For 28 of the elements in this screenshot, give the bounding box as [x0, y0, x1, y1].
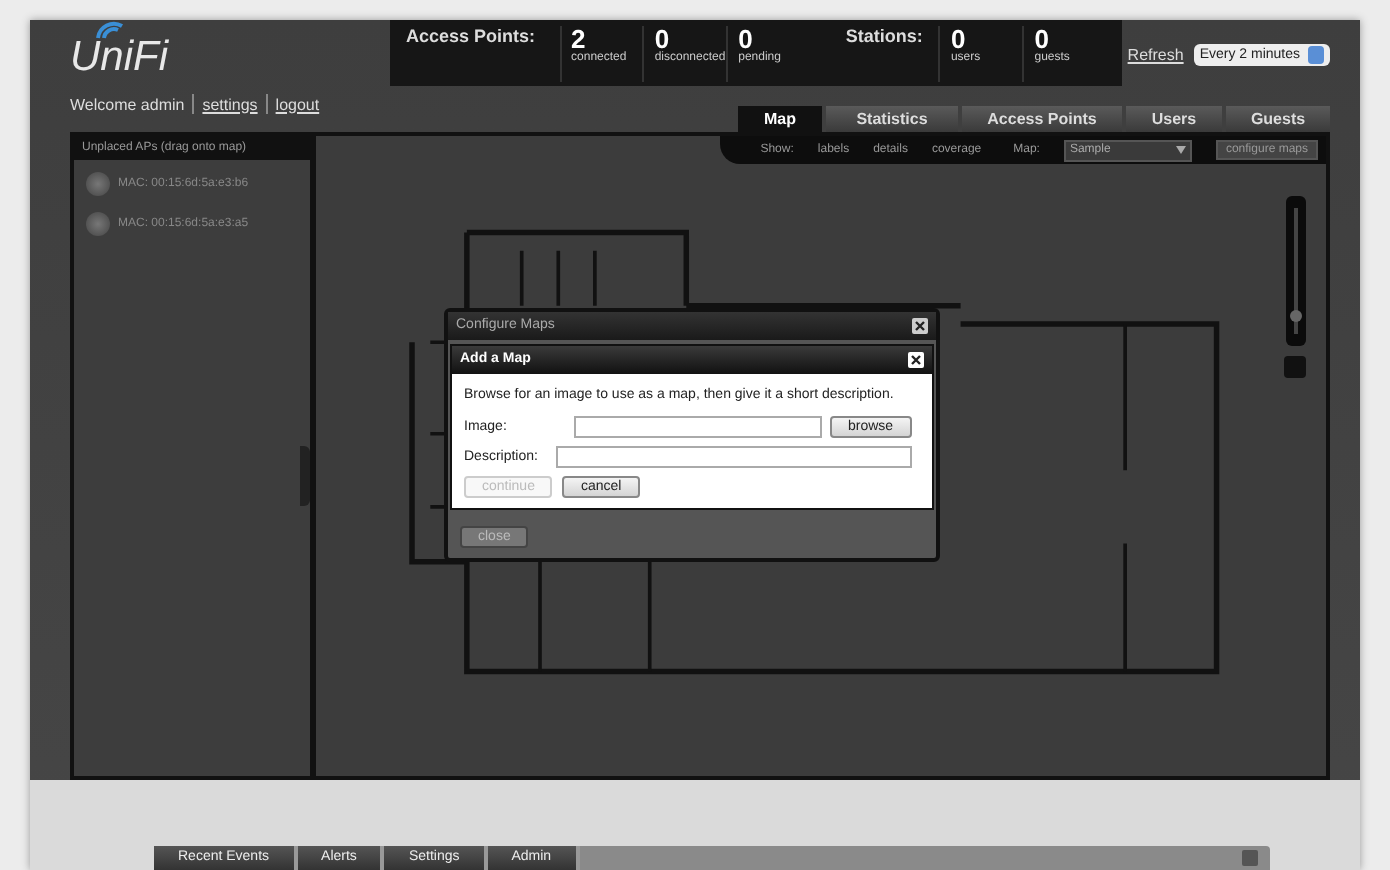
- caret-icon: [1175, 146, 1186, 154]
- stat-title: Access Points:: [406, 26, 536, 46]
- close-icon[interactable]: [912, 318, 928, 334]
- input-field[interactable]: [574, 416, 822, 438]
- input-field[interactable]: [556, 446, 912, 468]
- stat-value: 0: [654, 26, 670, 52]
- logo: UniFi: [70, 34, 169, 82]
- stat-title: Stations:: [845, 26, 923, 46]
- stat-value: 0: [950, 26, 966, 52]
- zoom-slider[interactable]: [1286, 196, 1306, 346]
- zoom-slider-thumb[interactable]: [1290, 309, 1302, 322]
- tab[interactable]: Statistics: [826, 106, 958, 132]
- stat-value: 2: [571, 26, 586, 52]
- access-point-icon: [86, 172, 110, 196]
- user-link[interactable]: logout: [275, 95, 320, 113]
- tab[interactable]: Map: [738, 106, 822, 132]
- welcome-text: Welcome admin: [70, 95, 185, 113]
- tab[interactable]: Guests: [1226, 106, 1330, 132]
- collapse-handle-icon[interactable]: [300, 446, 310, 506]
- close-icon[interactable]: [908, 352, 924, 368]
- stat-value: 0: [738, 26, 753, 52]
- access-point-icon: [86, 212, 110, 236]
- stat-value: 0: [1034, 26, 1049, 52]
- user-link[interactable]: settings: [202, 95, 258, 113]
- wifi-arcs-icon: [94, 20, 126, 40]
- refresh-link[interactable]: Refresh: [1127, 46, 1184, 64]
- tab[interactable]: Users: [1126, 106, 1222, 132]
- tab[interactable]: Access Points: [962, 106, 1122, 132]
